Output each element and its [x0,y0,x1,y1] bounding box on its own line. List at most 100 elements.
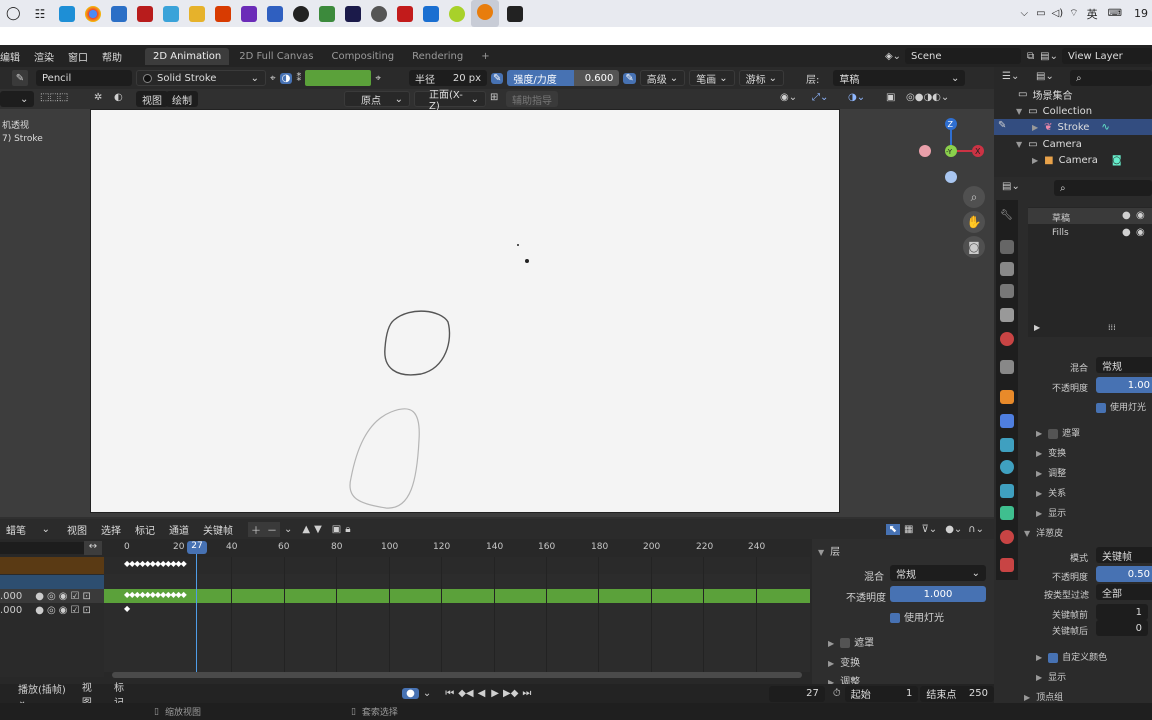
outliner-scene-collection[interactable]: ▭ 场景集合 [1018,86,1072,102]
timeline-scrollbar[interactable] [112,672,802,678]
photos-icon[interactable] [163,5,180,22]
tennis-icon[interactable] [449,5,466,22]
brush-color-swatch[interactable] [305,70,372,86]
game-icon[interactable] [137,5,154,22]
tray-wifi-icon[interactable]: ⌔ [1069,7,1078,20]
use-lights-checkbox[interactable]: 使用灯光 [890,609,944,624]
dopesheet-menu-key[interactable]: 关键帧 [196,522,240,537]
camera-view-icon[interactable]: ◙ [963,236,985,258]
tray-ime-icon[interactable]: ⌨ [1108,8,1122,19]
expand-icon[interactable]: ▶ [1034,323,1040,332]
pencil-tool-icon[interactable]: ✎ [12,70,28,86]
chevron-down-icon[interactable]: ⌄ [284,524,292,535]
outliner-camera[interactable]: ▶ ■ Camera ◙ [1032,152,1122,168]
world-tab-icon[interactable] [1000,332,1014,346]
dopesheet-menu-view[interactable]: 视图 [60,522,94,537]
tab-2d-full-canvas[interactable]: 2D Full Canvas [231,48,321,65]
filter-icon[interactable]: ⊽⌄ [921,524,937,535]
keyframe-single[interactable]: ◆ [124,604,130,613]
onion-dot-icon[interactable]: ● [1122,227,1131,238]
layer-name[interactable]: Fills [1052,228,1069,238]
outliner-collection[interactable]: ▼ ▭ Collection [1016,103,1092,119]
guides-icon[interactable]: ⊞ [490,92,498,103]
eye-icon[interactable]: ◉ [1136,227,1145,238]
current-frame-field[interactable]: 27 [769,685,825,702]
select-box-icon[interactable]: ⬚⬚⬚ [40,92,68,103]
dopesheet-menu-select[interactable]: 选择 [94,522,128,537]
prop-custom-color-panel[interactable]: ▶ 自定义颜色 [1036,650,1107,663]
scene-field[interactable]: Scene [905,48,1022,64]
prop-onion-panel[interactable]: ▼ 洋葱皮 [1024,526,1063,539]
prop-adjust-panel[interactable]: ▶ 调整 [1036,466,1066,479]
tray-network-icon[interactable]: ▭ [1036,8,1045,19]
menu-view[interactable]: 视图 [136,91,168,107]
scene-tab-icon[interactable] [1000,308,1014,322]
onion-dot-icon[interactable]: ● [35,591,44,602]
visibility-icon[interactable]: ◉⌄ [780,92,797,103]
scene-copy-icon[interactable]: ⧉ [1027,51,1034,62]
texture-tab-icon[interactable] [1000,558,1014,572]
prop-before-field[interactable]: 1 [1096,604,1148,620]
add-workspace-button[interactable]: + [473,48,497,65]
jetbrains-icon[interactable] [241,5,258,22]
cursor-dropdown[interactable]: 游标 ⌄ [738,70,784,86]
pin-icon[interactable]: ⌖ [270,73,276,84]
material-selector[interactable]: Solid Stroke ⌄ [136,70,266,86]
prop-opacity-slider[interactable]: 1.00 [1096,377,1152,393]
resize-handle-icon[interactable]: ⁞⁞⁞ [1108,323,1116,332]
explorer-icon[interactable] [189,5,206,22]
data-tab-icon[interactable] [1000,506,1014,520]
radius-pressure-icon[interactable]: ✎ [491,72,504,84]
prop-after-field[interactable]: 0 [1096,620,1148,636]
unlock-icon[interactable]: ⊡ [82,605,90,616]
prop-onion-opacity-slider[interactable]: 0.50 [1096,566,1152,582]
object-tab-icon[interactable] [1000,390,1014,404]
move-layer-up-icon[interactable]: ▲ [302,524,310,535]
vertex-color-icon[interactable]: ◑ [279,72,293,84]
keyframes-summary[interactable]: ◆◆◆◆◆◆◆◆◆◆◆◆ [124,559,187,568]
record-icon[interactable]: ● [402,688,419,699]
eyedropper-icon[interactable]: ⌖ [375,73,381,84]
tray-language[interactable]: 英 [1087,6,1098,22]
neg-x-axis-icon[interactable] [919,145,931,157]
select-tool-icon[interactable]: ⬉ [885,523,901,535]
tab-compositing[interactable]: Compositing [323,48,402,65]
scene-selector-icon[interactable]: ◈⌄ [885,51,901,62]
davinci-icon[interactable] [507,5,524,22]
jump-start-icon[interactable]: ⏮ [445,688,454,699]
tray-chevron-icon[interactable]: ⌵ [1021,8,1029,19]
blender-taskbar-item[interactable] [471,0,500,27]
color-mode-icon[interactable]: ⁑ [296,73,301,84]
particles-tab-icon[interactable] [1000,438,1014,452]
windows-start-icon[interactable]: ◯ [6,6,21,21]
material-tab-icon[interactable] [1000,530,1014,544]
prop-mask-panel[interactable]: ▶ 遮罩 [1036,426,1080,439]
outliner-camera-parent[interactable]: ▼ ▭ Camera [1016,136,1082,152]
opacity-slider[interactable]: 1.000 [890,586,986,602]
prop-transform-panel[interactable]: ▶ 变换 [1036,446,1066,459]
shading-modes-icon[interactable]: ◎●◑◐⌄ [906,92,949,103]
channel-layer-row[interactable]: .000 ● ◎ ◉ ☑ ⊡ [0,589,104,603]
checkbox-icon[interactable]: ☑ [70,591,79,602]
remove-layer-icon[interactable]: － [264,521,280,537]
onion-dot-icon[interactable]: ● [35,605,44,616]
layer-list-item-active[interactable] [1028,208,1152,224]
drawing-canvas[interactable] [90,109,840,513]
prop-vertex-group-panel[interactable]: ▶ 顶点组 [1024,690,1063,703]
prop-relations-panel[interactable]: ▶ 关系 [1036,486,1066,499]
keyframe-tracks[interactable]: ◆◆◆◆◆◆◆◆◆◆◆◆ ◆◆◆◆◆◆◆◆◆◆◆◆ ◆ [104,557,810,672]
layer-selector[interactable]: 草稿 ⌄ [833,70,966,86]
chrome-icon[interactable] [85,5,102,22]
dopesheet-menu-marker[interactable]: 标记 [128,522,162,537]
layer-panel-title[interactable]: ▼ 层 [818,543,840,558]
modifier-tab-icon[interactable] [1000,414,1014,428]
gizmo-toggle-icon[interactable]: ⤢⌄ [812,92,828,103]
qq-icon[interactable] [293,5,310,22]
prop-display-panel[interactable]: ▶ 显示 [1036,506,1066,519]
mail-icon[interactable] [111,5,128,22]
prop-use-lights-checkbox[interactable]: 使用灯光 [1096,400,1146,413]
prop-display2-panel[interactable]: ▶ 显示 [1036,670,1066,683]
tab-rendering[interactable]: Rendering [404,48,471,65]
keyframes-layer[interactable]: ◆◆◆◆◆◆◆◆◆◆◆◆ [124,590,187,599]
view-layer-tab-icon[interactable] [1000,284,1014,298]
